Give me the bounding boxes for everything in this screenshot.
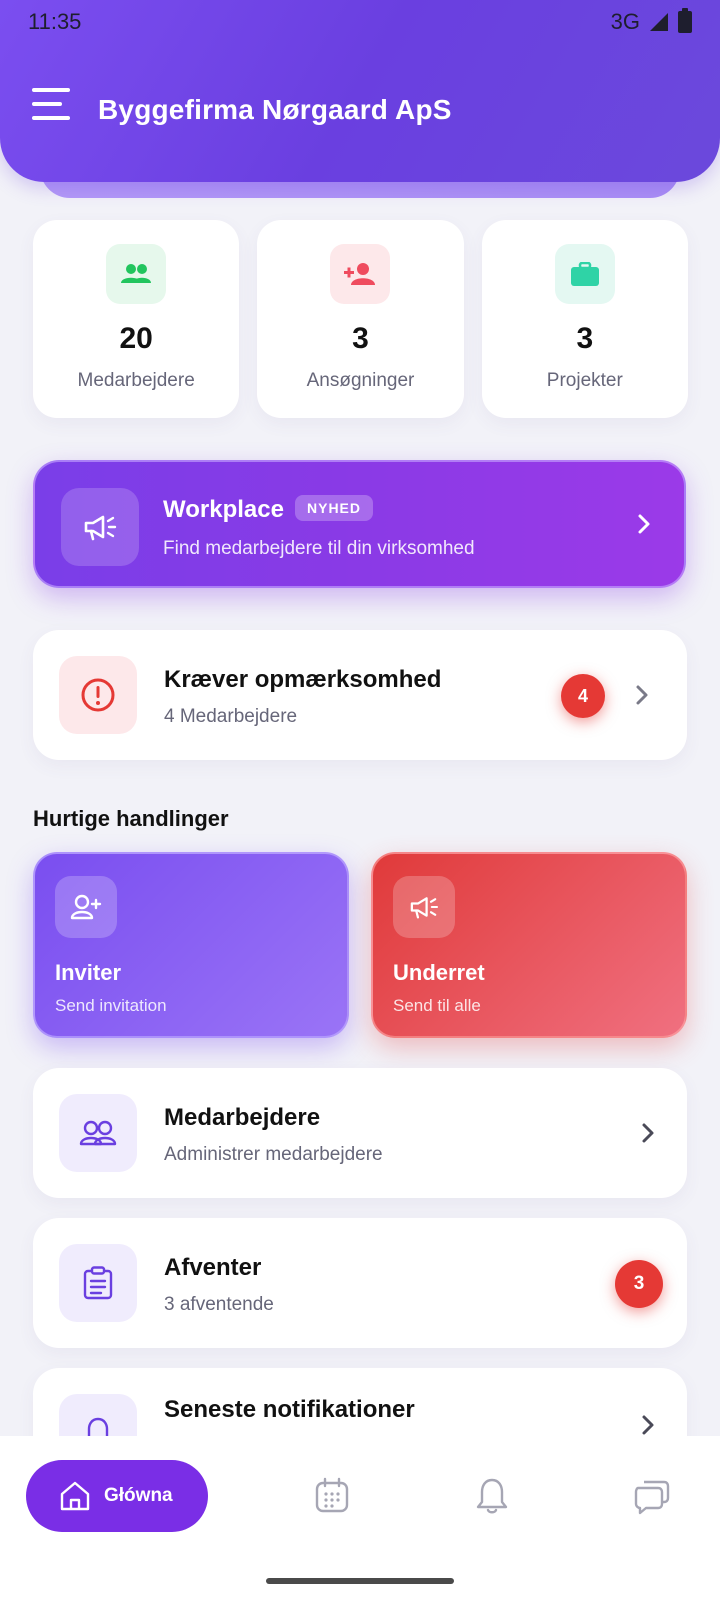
stat-value: 20 <box>119 322 153 355</box>
chevron-right-icon <box>638 514 650 534</box>
megaphone-icon <box>393 876 455 938</box>
stat-label: Ansøgninger <box>306 370 415 391</box>
chevron-right-icon <box>642 1415 654 1435</box>
pending-list-item[interactable]: Afventer 3 afventende 3 <box>33 1218 687 1348</box>
stat-label: Medarbejdere <box>77 370 195 391</box>
bell-icon[interactable] <box>472 1476 512 1516</box>
attention-title: Kræver opmærksomhed <box>164 666 442 693</box>
clipboard-icon <box>59 1244 137 1322</box>
notify-all-button[interactable]: Underret Send til alle <box>371 852 687 1038</box>
stat-card-employees[interactable]: 20 Medarbejdere <box>33 220 240 418</box>
nav-home-label: Główna <box>104 1485 173 1506</box>
chat-icon[interactable] <box>632 1476 672 1516</box>
quick-action-subtitle: Send til alle <box>393 996 481 1015</box>
quick-action-subtitle: Send invitation <box>55 996 167 1015</box>
person-add-icon <box>55 876 117 938</box>
list-item-title: Medarbejdere <box>164 1104 321 1131</box>
stats-row: 20 Medarbejdere 3 Ansøgninger 3 Projekte… <box>33 220 688 418</box>
stat-value: 3 <box>352 322 369 355</box>
bottom-navigation: Główna <box>0 1436 720 1600</box>
app-header: 11:35 3G Byggefirma Nørgaard ApS <box>0 0 720 182</box>
person-add-icon <box>330 244 391 304</box>
status-bar: 11:35 3G <box>0 0 720 44</box>
workplace-subtitle: Find medarbejdere til din virksomhed <box>163 538 475 559</box>
stat-value: 3 <box>576 322 594 355</box>
nav-home-button[interactable]: Główna <box>26 1460 208 1532</box>
people-icon <box>106 244 167 304</box>
briefcase-icon <box>554 244 615 304</box>
chevron-right-icon <box>642 1123 654 1143</box>
signal-icon <box>650 13 668 31</box>
people-outline-icon <box>59 1094 137 1172</box>
page-title: Byggefirma Nørgaard ApS <box>98 94 452 125</box>
home-indicator <box>266 1578 454 1584</box>
employees-list-item[interactable]: Medarbejdere Administrer medarbejdere <box>33 1068 687 1198</box>
list-item-title: Afventer <box>164 1254 262 1281</box>
invite-button[interactable]: Inviter Send invitation <box>33 852 349 1038</box>
hamburger-menu-icon[interactable] <box>32 88 72 122</box>
list-item-subtitle: 3 afventende <box>164 1294 274 1315</box>
quick-action-title: Underret <box>393 960 485 985</box>
workplace-banner[interactable]: Workplace NYHED Find medarbejdere til di… <box>33 460 686 588</box>
home-icon <box>60 1481 90 1511</box>
count-badge: 4 <box>561 674 605 718</box>
quick-actions: Inviter Send invitation Underret Send ti… <box>33 852 687 1040</box>
calendar-icon[interactable] <box>312 1476 352 1516</box>
new-badge: NYHED <box>295 495 374 521</box>
chevron-right-icon <box>636 685 648 705</box>
count-badge: 3 <box>615 1260 663 1308</box>
stat-card-applications[interactable]: 3 Ansøgninger <box>257 220 464 418</box>
attention-subtitle: 4 Medarbejdere <box>164 706 298 727</box>
quick-action-title: Inviter <box>55 960 122 985</box>
alert-icon <box>59 656 137 734</box>
status-time: 11:35 <box>28 9 82 34</box>
stat-card-projects[interactable]: 3 Projekter <box>481 220 688 418</box>
stat-label: Projekter <box>546 370 623 391</box>
battery-icon <box>678 8 692 33</box>
list-item-subtitle: Administrer medarbejdere <box>164 1144 383 1165</box>
attention-card[interactable]: Kræver opmærksomhed 4 Medarbejdere 4 <box>33 630 687 760</box>
network-type: 3G <box>610 9 640 34</box>
workplace-title: Workplace <box>163 496 284 523</box>
section-title-quick-actions: Hurtige handlinger <box>33 806 229 831</box>
megaphone-icon <box>61 488 139 566</box>
list-item-title: Seneste notifikationer <box>164 1396 415 1423</box>
status-icons: 3G <box>610 8 692 35</box>
